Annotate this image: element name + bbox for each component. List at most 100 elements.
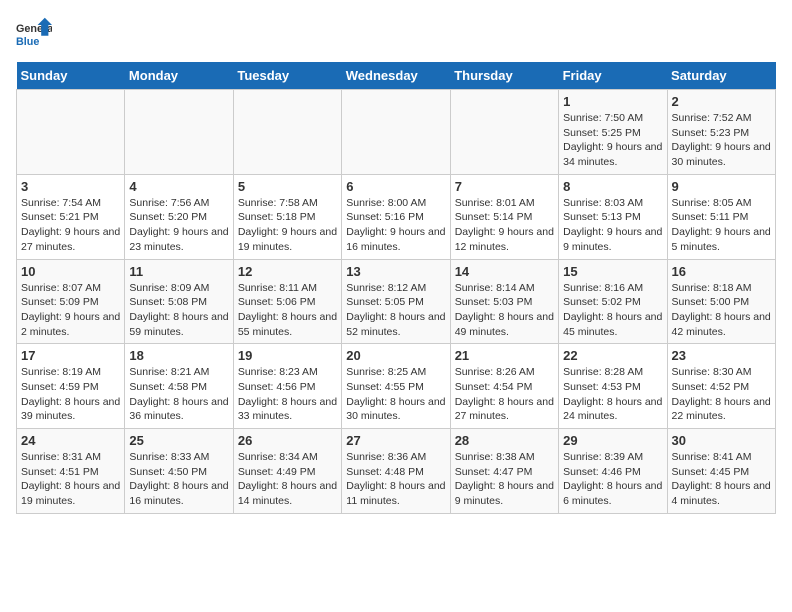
week-row-5: 24 Sunrise: 8:31 AM Sunset: 4:51 PM Dayli… [17,429,776,514]
day-number: 19 [238,348,337,363]
day-cell: 1Sunrise: 7:50 AM Sunset: 5:25 PM Daylig… [559,90,667,175]
day-info: Sunrise: 8:38 AM Sunset: 4:47 PM Dayligh… [455,450,554,509]
week-row-1: 1Sunrise: 7:50 AM Sunset: 5:25 PM Daylig… [17,90,776,175]
day-number: 2 [672,94,771,109]
day-number: 15 [563,264,662,279]
day-cell [342,90,450,175]
day-info: Sunrise: 8:26 AM Sunset: 4:54 PM Dayligh… [455,365,554,424]
day-cell: 12 Sunrise: 8:11 AM Sunset: 5:06 PM Dayli… [233,259,341,344]
day-cell [17,90,125,175]
day-number: 30 [672,433,771,448]
day-number: 5 [238,179,337,194]
day-info: Sunrise: 8:33 AM Sunset: 4:50 PM Dayligh… [129,450,228,509]
day-info: Sunrise: 8:16 AM Sunset: 5:02 PM Dayligh… [563,281,662,340]
day-number: 8 [563,179,662,194]
svg-text:Blue: Blue [16,36,39,48]
header: GeneralBlue [16,16,776,52]
logo-icon: GeneralBlue [16,16,52,52]
day-number: 22 [563,348,662,363]
day-info: Sunrise: 8:23 AM Sunset: 4:56 PM Dayligh… [238,365,337,424]
day-number: 16 [672,264,771,279]
day-cell: 26Sunrise: 8:34 AM Sunset: 4:49 PM Dayli… [233,429,341,514]
day-number: 20 [346,348,445,363]
day-info: Sunrise: 8:31 AM Sunset: 4:51 PM Dayligh… [21,450,120,509]
day-number: 21 [455,348,554,363]
day-info: Sunrise: 8:30 AM Sunset: 4:52 PM Dayligh… [672,365,771,424]
day-cell [125,90,233,175]
day-cell: 8Sunrise: 8:03 AM Sunset: 5:13 PM Daylig… [559,174,667,259]
day-cell: 15 Sunrise: 8:16 AM Sunset: 5:02 PM Dayli… [559,259,667,344]
week-row-2: 3 Sunrise: 7:54 AM Sunset: 5:21 PM Daylig… [17,174,776,259]
day-number: 4 [129,179,228,194]
weekday-header-row: SundayMondayTuesdayWednesdayThursdayFrid… [17,62,776,90]
day-cell: 10 Sunrise: 8:07 AM Sunset: 5:09 PM Dayli… [17,259,125,344]
day-number: 13 [346,264,445,279]
weekday-saturday: Saturday [667,62,775,90]
logo: GeneralBlue [16,16,52,52]
day-info: Sunrise: 8:18 AM Sunset: 5:00 PM Dayligh… [672,281,771,340]
day-cell [450,90,558,175]
day-cell: 7Sunrise: 8:01 AM Sunset: 5:14 PM Daylig… [450,174,558,259]
day-number: 1 [563,94,662,109]
day-cell: 3 Sunrise: 7:54 AM Sunset: 5:21 PM Daylig… [17,174,125,259]
weekday-thursday: Thursday [450,62,558,90]
day-cell: 16 Sunrise: 8:18 AM Sunset: 5:00 PM Dayli… [667,259,775,344]
day-info: Sunrise: 8:39 AM Sunset: 4:46 PM Dayligh… [563,450,662,509]
day-cell: 28 Sunrise: 8:38 AM Sunset: 4:47 PM Dayli… [450,429,558,514]
day-info: Sunrise: 8:00 AM Sunset: 5:16 PM Dayligh… [346,196,445,255]
day-number: 25 [129,433,228,448]
day-number: 24 [21,433,120,448]
day-number: 23 [672,348,771,363]
day-cell: 17 Sunrise: 8:19 AM Sunset: 4:59 PM Dayli… [17,344,125,429]
week-row-4: 17 Sunrise: 8:19 AM Sunset: 4:59 PM Dayli… [17,344,776,429]
day-number: 10 [21,264,120,279]
day-info: Sunrise: 8:07 AM Sunset: 5:09 PM Dayligh… [21,281,120,340]
day-number: 28 [455,433,554,448]
day-number: 9 [672,179,771,194]
day-info: Sunrise: 8:01 AM Sunset: 5:14 PM Dayligh… [455,196,554,255]
day-cell: 29Sunrise: 8:39 AM Sunset: 4:46 PM Dayli… [559,429,667,514]
day-info: Sunrise: 8:36 AM Sunset: 4:48 PM Dayligh… [346,450,445,509]
day-cell: 5 Sunrise: 7:58 AM Sunset: 5:18 PM Daylig… [233,174,341,259]
day-number: 27 [346,433,445,448]
day-number: 26 [238,433,337,448]
day-info: Sunrise: 8:09 AM Sunset: 5:08 PM Dayligh… [129,281,228,340]
day-info: Sunrise: 8:12 AM Sunset: 5:05 PM Dayligh… [346,281,445,340]
day-info: Sunrise: 8:14 AM Sunset: 5:03 PM Dayligh… [455,281,554,340]
day-cell: 4 Sunrise: 7:56 AM Sunset: 5:20 PM Daylig… [125,174,233,259]
day-cell: 2 Sunrise: 7:52 AM Sunset: 5:23 PM Daylig… [667,90,775,175]
day-info: Sunrise: 8:19 AM Sunset: 4:59 PM Dayligh… [21,365,120,424]
day-number: 12 [238,264,337,279]
day-cell: 21 Sunrise: 8:26 AM Sunset: 4:54 PM Dayli… [450,344,558,429]
day-number: 3 [21,179,120,194]
day-cell: 22 Sunrise: 8:28 AM Sunset: 4:53 PM Dayli… [559,344,667,429]
day-cell: 14 Sunrise: 8:14 AM Sunset: 5:03 PM Dayli… [450,259,558,344]
weekday-wednesday: Wednesday [342,62,450,90]
day-info: Sunrise: 8:41 AM Sunset: 4:45 PM Dayligh… [672,450,771,509]
day-info: Sunrise: 8:11 AM Sunset: 5:06 PM Dayligh… [238,281,337,340]
weekday-tuesday: Tuesday [233,62,341,90]
day-cell: 24 Sunrise: 8:31 AM Sunset: 4:51 PM Dayli… [17,429,125,514]
day-cell: 23 Sunrise: 8:30 AM Sunset: 4:52 PM Dayli… [667,344,775,429]
day-info: Sunrise: 7:54 AM Sunset: 5:21 PM Dayligh… [21,196,120,255]
week-row-3: 10 Sunrise: 8:07 AM Sunset: 5:09 PM Dayli… [17,259,776,344]
day-info: Sunrise: 7:52 AM Sunset: 5:23 PM Dayligh… [672,111,771,170]
day-cell: 13 Sunrise: 8:12 AM Sunset: 5:05 PM Dayli… [342,259,450,344]
day-cell [233,90,341,175]
day-number: 18 [129,348,228,363]
day-number: 6 [346,179,445,194]
day-cell: 9Sunrise: 8:05 AM Sunset: 5:11 PM Daylig… [667,174,775,259]
day-cell: 6 Sunrise: 8:00 AM Sunset: 5:16 PM Daylig… [342,174,450,259]
calendar-table: SundayMondayTuesdayWednesdayThursdayFrid… [16,62,776,514]
day-info: Sunrise: 8:25 AM Sunset: 4:55 PM Dayligh… [346,365,445,424]
day-number: 17 [21,348,120,363]
day-info: Sunrise: 7:56 AM Sunset: 5:20 PM Dayligh… [129,196,228,255]
day-info: Sunrise: 8:28 AM Sunset: 4:53 PM Dayligh… [563,365,662,424]
day-cell: 27 Sunrise: 8:36 AM Sunset: 4:48 PM Dayli… [342,429,450,514]
day-number: 11 [129,264,228,279]
day-info: Sunrise: 7:58 AM Sunset: 5:18 PM Dayligh… [238,196,337,255]
day-cell: 18Sunrise: 8:21 AM Sunset: 4:58 PM Dayli… [125,344,233,429]
day-number: 14 [455,264,554,279]
day-cell: 25 Sunrise: 8:33 AM Sunset: 4:50 PM Dayli… [125,429,233,514]
weekday-monday: Monday [125,62,233,90]
